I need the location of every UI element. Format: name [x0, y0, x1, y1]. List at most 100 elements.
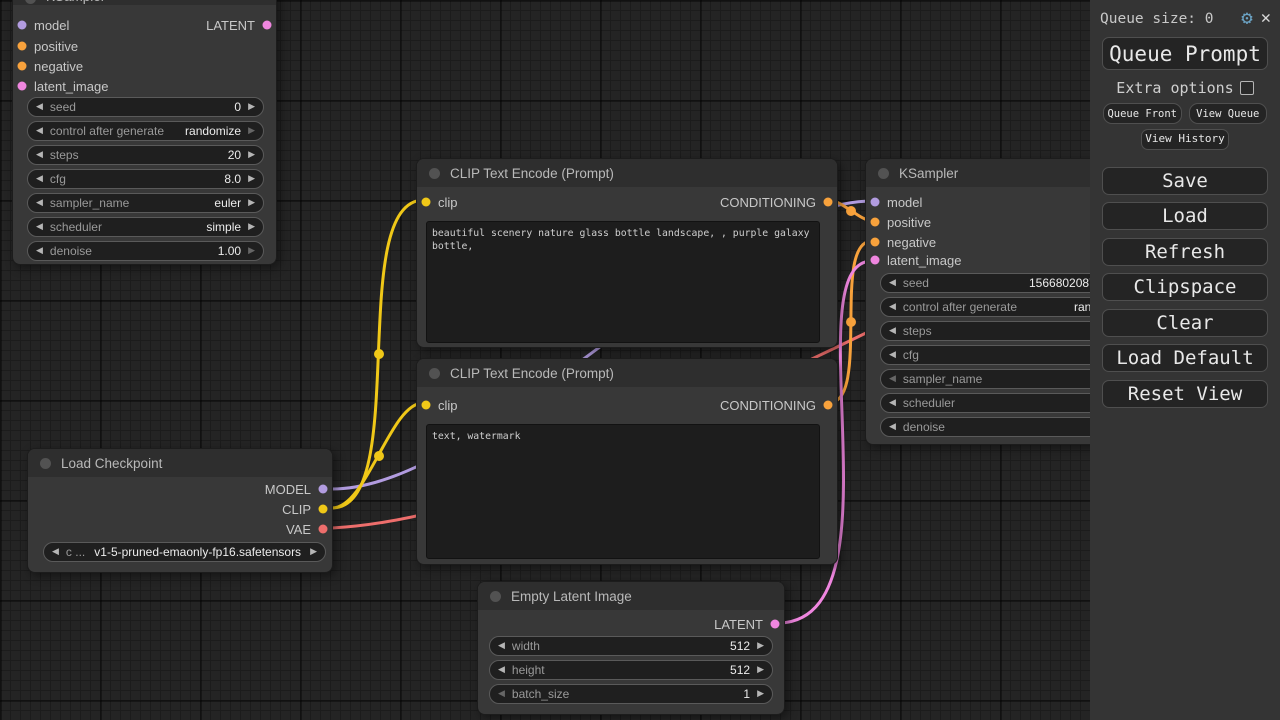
decrement-arrow-icon[interactable]: ◀	[498, 665, 505, 675]
widget-sampler-name[interactable]: ◀ sampler_name	[880, 369, 1104, 389]
increment-arrow-icon[interactable]: ▶	[248, 222, 255, 232]
widget-sampler-name[interactable]: ◀ sampler_name euler ▶	[27, 193, 264, 213]
collapse-dot-icon[interactable]	[25, 0, 36, 4]
node-title-bar[interactable]: CLIP Text Encode (Prompt)	[417, 159, 837, 187]
queue-prompt-button[interactable]: Queue Prompt	[1102, 37, 1268, 70]
increment-arrow-icon[interactable]: ▶	[310, 547, 317, 557]
collapse-dot-icon[interactable]	[429, 368, 440, 379]
increment-arrow-icon[interactable]: ▶	[757, 665, 764, 675]
decrement-arrow-icon[interactable]: ◀	[889, 350, 896, 360]
decrement-arrow-icon[interactable]: ◀	[36, 102, 43, 112]
slot-dot-icon[interactable]	[17, 81, 27, 91]
input-slot-clip[interactable]: clip	[421, 194, 458, 210]
output-slot-clip[interactable]: CLIP	[282, 501, 328, 517]
close-icon[interactable]: ✕	[1261, 10, 1271, 27]
input-slot-model[interactable]: model	[17, 17, 69, 33]
slot-dot-icon[interactable]	[318, 524, 328, 534]
node-title-bar[interactable]: Load Checkpoint	[28, 449, 332, 477]
input-slot-clip[interactable]: clip	[421, 397, 458, 413]
increment-arrow-icon[interactable]: ▶	[248, 174, 255, 184]
decrement-arrow-icon[interactable]: ◀	[498, 641, 505, 651]
decrement-arrow-icon[interactable]: ◀	[52, 547, 59, 557]
decrement-arrow-icon[interactable]: ◀	[36, 126, 43, 136]
widget-ckpt-name[interactable]: ◀ c ... v1-5-pruned-emaonly-fp16.safeten…	[43, 542, 326, 562]
slot-dot-icon[interactable]	[770, 619, 780, 629]
node-canvas[interactable]: KSampler model positive negative latent_…	[0, 0, 1280, 720]
widget-denoise[interactable]: ◀ denoise	[880, 417, 1104, 437]
collapse-dot-icon[interactable]	[40, 458, 51, 469]
slot-dot-icon[interactable]	[318, 504, 328, 514]
view-queue-button[interactable]: View Queue	[1189, 103, 1268, 124]
load-default-button[interactable]: Load Default	[1102, 344, 1268, 372]
input-slot-latent-image[interactable]: latent_image	[17, 78, 108, 94]
increment-arrow-icon[interactable]: ▶	[248, 198, 255, 208]
widget-denoise[interactable]: ◀ denoise 1.00 ▶	[27, 241, 264, 261]
node-clip-text-encode-positive[interactable]: CLIP Text Encode (Prompt) clip CONDITION…	[416, 158, 838, 348]
widget-scheduler[interactable]: ◀ scheduler simple ▶	[27, 217, 264, 237]
decrement-arrow-icon[interactable]: ◀	[498, 689, 505, 699]
widget-width[interactable]: ◀ width 512 ▶	[489, 636, 773, 656]
input-slot-positive[interactable]: positive	[17, 38, 78, 54]
decrement-arrow-icon[interactable]: ◀	[36, 246, 43, 256]
slot-dot-icon[interactable]	[318, 484, 328, 494]
decrement-arrow-icon[interactable]: ◀	[36, 174, 43, 184]
node-title-bar[interactable]: Empty Latent Image	[478, 582, 784, 610]
decrement-arrow-icon[interactable]: ◀	[889, 326, 896, 336]
positive-prompt-textarea[interactable]: beautiful scenery nature glass bottle la…	[426, 221, 820, 343]
view-history-button[interactable]: View History	[1141, 129, 1229, 150]
slot-dot-icon[interactable]	[17, 20, 27, 30]
widget-seed[interactable]: ◀ seed 1566802087	[880, 273, 1104, 293]
node-ksampler-left[interactable]: KSampler model positive negative latent_…	[12, 0, 277, 265]
increment-arrow-icon[interactable]: ▶	[757, 689, 764, 699]
slot-dot-icon[interactable]	[17, 41, 27, 51]
node-ksampler-right[interactable]: KSampler model positive negative latent_…	[865, 158, 1120, 445]
slot-dot-icon[interactable]	[823, 197, 833, 207]
widget-seed[interactable]: ◀ seed 0 ▶	[27, 97, 264, 117]
clipspace-button[interactable]: Clipspace	[1102, 273, 1268, 301]
output-slot-latent[interactable]: LATENT	[206, 17, 272, 33]
slot-dot-icon[interactable]	[870, 197, 880, 207]
output-slot-vae[interactable]: VAE	[286, 521, 328, 537]
save-button[interactable]: Save	[1102, 167, 1268, 195]
settings-gear-icon[interactable]: ⚙	[1241, 9, 1252, 28]
input-slot-model[interactable]: model	[870, 194, 922, 210]
output-slot-model[interactable]: MODEL	[265, 481, 328, 497]
collapse-dot-icon[interactable]	[878, 168, 889, 179]
output-slot-conditioning[interactable]: CONDITIONING	[720, 397, 833, 413]
decrement-arrow-icon[interactable]: ◀	[889, 302, 896, 312]
increment-arrow-icon[interactable]: ▶	[248, 126, 255, 136]
node-empty-latent-image[interactable]: Empty Latent Image LATENT ◀ width 512 ▶ …	[477, 581, 785, 715]
node-title-bar[interactable]: CLIP Text Encode (Prompt)	[417, 359, 837, 387]
slot-dot-icon[interactable]	[870, 255, 880, 265]
input-slot-negative[interactable]: negative	[870, 234, 936, 250]
increment-arrow-icon[interactable]: ▶	[248, 102, 255, 112]
decrement-arrow-icon[interactable]: ◀	[889, 278, 896, 288]
decrement-arrow-icon[interactable]: ◀	[889, 374, 896, 384]
input-slot-positive[interactable]: positive	[870, 214, 931, 230]
increment-arrow-icon[interactable]: ▶	[248, 150, 255, 160]
widget-scheduler[interactable]: ◀ scheduler	[880, 393, 1104, 413]
widget-steps[interactable]: ◀ steps 20 ▶	[27, 145, 264, 165]
queue-front-button[interactable]: Queue Front	[1103, 103, 1182, 124]
decrement-arrow-icon[interactable]: ◀	[889, 422, 896, 432]
slot-dot-icon[interactable]	[823, 400, 833, 410]
increment-arrow-icon[interactable]: ▶	[757, 641, 764, 651]
widget-control-after-generate[interactable]: ◀ control after generate randomize	[880, 297, 1104, 317]
node-load-checkpoint[interactable]: Load Checkpoint MODEL CLIP VAE ◀ c ... v…	[27, 448, 333, 573]
load-button[interactable]: Load	[1102, 202, 1268, 230]
widget-height[interactable]: ◀ height 512 ▶	[489, 660, 773, 680]
widget-cfg[interactable]: ◀ cfg	[880, 345, 1104, 365]
output-slot-conditioning[interactable]: CONDITIONING	[720, 194, 833, 210]
slot-dot-icon[interactable]	[870, 217, 880, 227]
reset-view-button[interactable]: Reset View	[1102, 380, 1268, 408]
widget-batch-size[interactable]: ◀ batch_size 1 ▶	[489, 684, 773, 704]
input-slot-negative[interactable]: negative	[17, 58, 83, 74]
collapse-dot-icon[interactable]	[490, 591, 501, 602]
slot-dot-icon[interactable]	[17, 61, 27, 71]
widget-steps[interactable]: ◀ steps	[880, 321, 1104, 341]
widget-control-after-generate[interactable]: ◀ control after generate randomize ▶	[27, 121, 264, 141]
widget-cfg[interactable]: ◀ cfg 8.0 ▶	[27, 169, 264, 189]
collapse-dot-icon[interactable]	[429, 168, 440, 179]
extra-options-checkbox[interactable]	[1240, 81, 1254, 95]
decrement-arrow-icon[interactable]: ◀	[36, 222, 43, 232]
